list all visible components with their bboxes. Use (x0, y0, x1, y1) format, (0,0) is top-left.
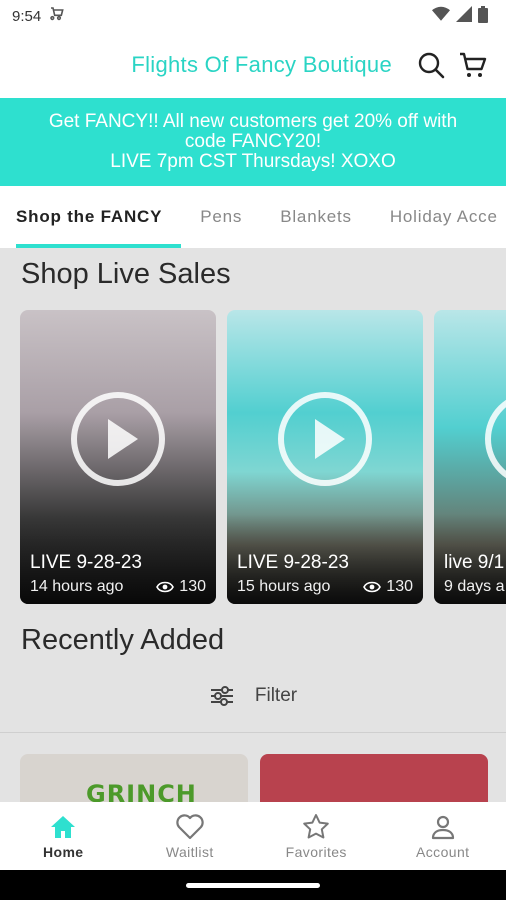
play-icon[interactable] (277, 391, 373, 487)
nav-home[interactable]: Home (0, 802, 127, 870)
view-count: 130 (386, 578, 413, 595)
play-icon[interactable] (484, 391, 506, 487)
promo-banner[interactable]: Get FANCY!! All new customers get 20% of… (0, 98, 506, 186)
eye-icon (156, 581, 175, 593)
status-bar: 9:54 (0, 0, 506, 32)
search-icon[interactable] (414, 48, 448, 82)
filter-label: Filter (254, 685, 298, 706)
star-icon (302, 813, 330, 841)
recently-added-title: Recently Added (21, 624, 225, 656)
product-card[interactable] (260, 754, 488, 802)
nav-label: Account (416, 843, 470, 860)
category-tabs: Shop the FANCY Pens Blankets Holiday Acc… (0, 186, 506, 248)
cart-notification-icon (49, 6, 65, 26)
nav-label: Waitlist (165, 843, 214, 860)
live-title: LIVE 9-28-23 (30, 552, 142, 573)
system-navigation-bar (0, 870, 506, 900)
banner-line: code FANCY20! (184, 131, 322, 152)
main-content: Shop Live Sales LIVE 9-28-23 14 hours ag… (0, 248, 506, 802)
nav-label: Favorites (285, 843, 347, 860)
person-icon (429, 813, 457, 841)
bottom-navigation: Home Waitlist Favorites Account (0, 802, 506, 870)
live-time: 14 hours ago (30, 578, 124, 595)
home-icon (49, 813, 77, 841)
sliders-icon (210, 686, 233, 706)
play-icon[interactable] (70, 391, 166, 487)
store-title[interactable]: Flights Of Fancy Boutique (131, 52, 392, 78)
tab-blankets[interactable]: Blankets (261, 186, 371, 248)
live-sale-card[interactable]: LIVE 9-28-23 15 hours ago 130 (227, 310, 423, 604)
tab-holiday-accessories[interactable]: Holiday Acce (371, 186, 506, 248)
product-print-text: GRINCH (86, 780, 197, 802)
live-sales-title: Shop Live Sales (21, 258, 231, 290)
cart-icon[interactable] (456, 48, 490, 82)
battery-icon (478, 5, 488, 27)
app-header: Flights Of Fancy Boutique (0, 32, 506, 98)
banner-line: Get FANCY!! All new customers get 20% of… (48, 111, 458, 132)
nav-favorites[interactable]: Favorites (253, 802, 380, 870)
status-time: 9:54 (12, 7, 42, 25)
tab-pens[interactable]: Pens (181, 186, 261, 248)
eye-icon (363, 581, 382, 593)
product-card[interactable]: GRINCH (20, 754, 248, 802)
live-time: 15 hours ago (237, 578, 331, 595)
tab-shop-the-fancy[interactable]: Shop the FANCY (0, 186, 182, 248)
nav-label: Home (43, 843, 84, 860)
app-screen: 9:54 Flights Of Fancy Boutique Get FANCY… (0, 0, 506, 900)
wifi-icon (432, 6, 450, 26)
view-count: 130 (179, 578, 206, 595)
heart-icon (176, 813, 204, 841)
banner-line: LIVE 7pm CST Thursdays! XOXO (110, 151, 396, 172)
section-divider (0, 732, 506, 733)
live-sales-carousel[interactable]: LIVE 9-28-23 14 hours ago 130 LIVE 9-28-… (20, 310, 506, 604)
live-title: live 9/1 (444, 552, 505, 573)
live-sale-card[interactable]: live 9/1 9 days a (434, 310, 506, 604)
live-time: 9 days a (444, 578, 505, 595)
home-gesture-handle[interactable] (186, 883, 320, 888)
live-title: LIVE 9-28-23 (237, 552, 349, 573)
live-sale-card[interactable]: LIVE 9-28-23 14 hours ago 130 (20, 310, 216, 604)
filter-button[interactable]: Filter (0, 678, 506, 714)
signal-icon (456, 6, 472, 26)
nav-waitlist[interactable]: Waitlist (127, 802, 254, 870)
nav-account[interactable]: Account (380, 802, 506, 870)
